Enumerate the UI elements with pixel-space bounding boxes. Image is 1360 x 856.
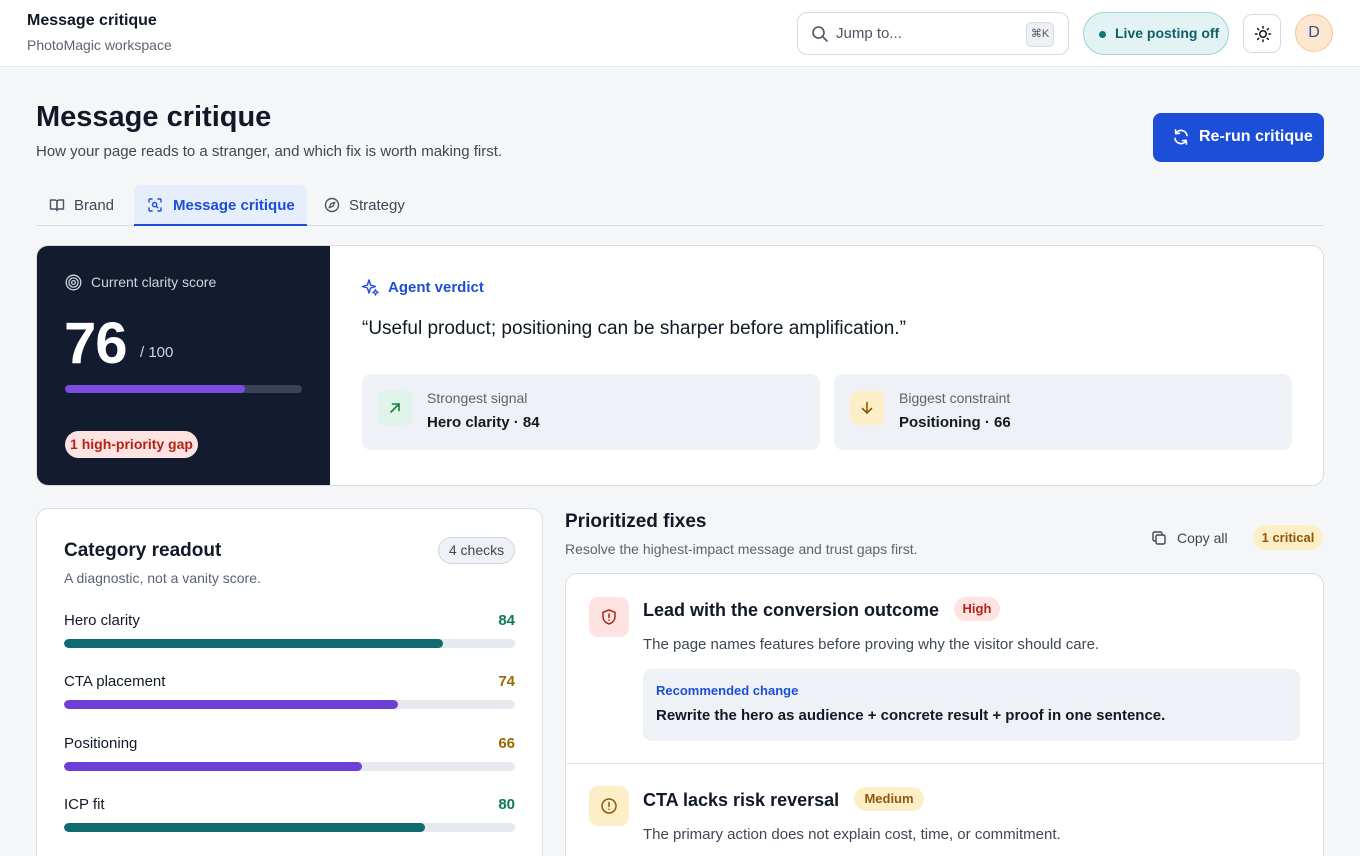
theme-toggle-button[interactable] — [1243, 14, 1281, 53]
biggest-constraint-value: Positioning · 66 — [899, 414, 1011, 431]
rerun-critique-button[interactable]: Re-run critique — [1153, 113, 1324, 162]
prioritized-fixes-title: Prioritized fixes — [565, 511, 707, 532]
copy-icon — [1152, 531, 1166, 545]
shield-alert-icon — [589, 597, 629, 637]
category-bar — [64, 639, 515, 648]
severity-badge-high: High — [954, 597, 1000, 621]
status-dot — [1099, 31, 1106, 38]
tab-label: Strategy — [349, 197, 405, 214]
tab-label: Message critique — [173, 197, 295, 214]
category-score: 80 — [498, 796, 515, 813]
clarity-score-bar-fill — [65, 385, 246, 393]
category-bar-fill — [64, 639, 443, 648]
refresh-icon — [1174, 129, 1188, 145]
clarity-score-panel: Current clarity score 76 / 100 1 high-pr… — [37, 246, 330, 485]
fix-description: The page names features before proving w… — [643, 636, 1100, 653]
agent-verdict-quote: “Useful product; positioning can be shar… — [362, 318, 906, 339]
strongest-signal-card: Strongest signal Hero clarity · 84 — [362, 374, 820, 450]
compass-icon — [324, 197, 340, 213]
tab-label: Brand — [74, 197, 115, 214]
category-bar-fill — [64, 700, 398, 709]
category-bar-fill — [64, 823, 425, 832]
tab-message-critique[interactable]: Message critique — [134, 185, 307, 226]
sparkle-icon — [361, 279, 379, 296]
high-priority-gap-badge: 1 high-priority gap — [65, 431, 198, 458]
arrow-up-right-icon — [378, 391, 412, 425]
tab-strategy[interactable]: Strategy — [314, 185, 414, 226]
category-score: 84 — [498, 612, 515, 629]
checks-count-badge: 4 checks — [438, 537, 515, 564]
search-icon — [811, 25, 829, 43]
category-name: Positioning — [64, 735, 138, 752]
category-bar — [64, 700, 515, 709]
clarity-score-bar — [65, 385, 302, 393]
category-name: CTA placement — [64, 673, 166, 690]
recommended-change-box: Recommended change Rewrite the hero as a… — [643, 669, 1300, 741]
divider — [566, 763, 1323, 764]
shortcut-hint: ⌘K — [1026, 22, 1054, 47]
workspace-name: PhotoMagic workspace — [27, 37, 172, 53]
prioritized-fixes-subtitle: Resolve the highest-impact message and t… — [565, 541, 918, 557]
search-placeholder: Jump to... — [836, 25, 902, 42]
fixes-list: Lead with the conversion outcome High Th… — [565, 573, 1324, 856]
strongest-signal-value: Hero clarity · 84 — [427, 414, 540, 431]
category-name: ICP fit — [64, 796, 105, 813]
rerun-label: Re-run critique — [1199, 128, 1313, 145]
avatar[interactable]: D — [1295, 14, 1333, 52]
category-readout-subtitle: A diagnostic, not a vanity score. — [64, 570, 261, 586]
score-summary-card: Current clarity score 76 / 100 1 high-pr… — [36, 245, 1324, 486]
severity-badge-medium: Medium — [854, 787, 924, 811]
live-posting-toggle[interactable]: Live posting off — [1083, 12, 1229, 55]
clarity-score-label: Current clarity score — [91, 274, 217, 290]
clarity-score-value: 76 — [64, 311, 128, 376]
live-posting-label: Live posting off — [1115, 25, 1220, 41]
category-score: 74 — [498, 673, 515, 690]
category-readout-title: Category readout — [64, 540, 222, 561]
category-row-hero-clarity: Hero clarity 84 — [64, 612, 515, 656]
category-score: 66 — [498, 735, 515, 752]
category-row-cta-placement: CTA placement 74 — [64, 673, 515, 717]
category-row-icp-fit: ICP fit 80 — [64, 796, 515, 840]
category-name: Hero clarity — [64, 612, 140, 629]
recommended-change-text: Rewrite the hero as audience + concrete … — [656, 707, 1166, 724]
category-row-positioning: Positioning 66 — [64, 735, 515, 779]
sun-icon — [1254, 25, 1272, 43]
critical-count-badge: 1 critical — [1253, 525, 1323, 550]
agent-verdict-label: Agent verdict — [388, 279, 484, 296]
clarity-score-max: / 100 — [140, 344, 174, 361]
fix-title: CTA lacks risk reversal — [643, 790, 840, 810]
strongest-signal-label: Strongest signal — [427, 390, 528, 406]
copy-all-label: Copy all — [1177, 530, 1228, 546]
recommended-change-label: Recommended change — [656, 683, 799, 698]
category-bar — [64, 762, 515, 771]
scan-icon — [148, 198, 162, 212]
page-subtitle: How your page reads to a stranger, and w… — [36, 143, 503, 160]
biggest-constraint-card: Biggest constraint Positioning · 66 — [834, 374, 1292, 450]
book-icon — [49, 199, 65, 212]
fix-description: The primary action does not explain cost… — [643, 826, 1061, 843]
tab-bar: Brand Message critique Strategy — [36, 185, 1324, 226]
alert-circle-icon — [589, 786, 629, 826]
fix-title: Lead with the conversion outcome — [643, 600, 940, 620]
tab-brand[interactable]: Brand — [36, 185, 128, 226]
target-icon — [65, 274, 82, 291]
category-bar-fill — [64, 762, 362, 771]
page-title: Message critique — [36, 101, 272, 133]
jump-to-search[interactable]: Jump to... ⌘K — [797, 12, 1069, 55]
arrow-down-icon — [850, 391, 884, 425]
workspace-title: Message critique — [27, 12, 157, 29]
category-readout-card: Category readout A diagnostic, not a van… — [36, 508, 543, 856]
category-bar — [64, 823, 515, 832]
top-bar: Message critique PhotoMagic workspace Ju… — [0, 0, 1360, 67]
biggest-constraint-label: Biggest constraint — [899, 390, 1011, 406]
